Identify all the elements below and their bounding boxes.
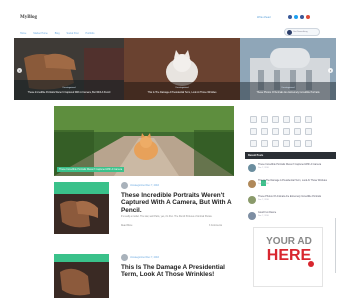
post-image-hands bbox=[54, 254, 109, 298]
tag-grid bbox=[250, 116, 312, 147]
recent-post-date: Dec 7, 2016 bbox=[258, 214, 269, 217]
linkedin-icon[interactable] bbox=[300, 15, 304, 19]
grid-icon[interactable] bbox=[250, 116, 257, 123]
grid-icon[interactable] bbox=[294, 116, 301, 123]
post-title[interactable]: This Is The Damage A Presidential Term, … bbox=[121, 264, 237, 279]
recent-post-thumbnail bbox=[248, 212, 256, 220]
post-meta: Uncategorized Dec 7, 2016 bbox=[130, 255, 159, 259]
recent-post-item[interactable]: Good Fun Dance Dec 7, 2016 bbox=[248, 211, 334, 225]
recent-post-date: Dec 7, 2016 bbox=[258, 198, 269, 201]
ad-banner[interactable]: YOUR AD HERE bbox=[253, 227, 323, 287]
recent-post-date: Dec 7, 2016 bbox=[258, 166, 269, 169]
featured-image-cat bbox=[54, 106, 234, 176]
grid-icon[interactable] bbox=[294, 128, 301, 135]
recent-post-title: These Photos Of Animals Are Extremely In… bbox=[258, 195, 322, 198]
facebook-icon[interactable] bbox=[288, 15, 292, 19]
header-link[interactable]: Write Ahead bbox=[257, 16, 271, 19]
recent-post-title: Good Fun Dance bbox=[258, 211, 277, 214]
recent-post-thumbnail bbox=[248, 164, 256, 172]
comments-link[interactable]: 3 Comments bbox=[209, 225, 222, 227]
grid-icon[interactable] bbox=[272, 116, 279, 123]
ad-dot bbox=[308, 261, 314, 267]
grid-icon[interactable] bbox=[261, 140, 268, 147]
avatar bbox=[121, 182, 128, 189]
post-image-hands bbox=[54, 182, 109, 234]
search-label: Get Something bbox=[293, 31, 308, 34]
grid-icon[interactable] bbox=[250, 128, 257, 135]
nav-item-blog[interactable]: Blog bbox=[55, 32, 60, 37]
grid-icon[interactable] bbox=[272, 128, 279, 135]
scrollbar[interactable] bbox=[335, 218, 336, 273]
recent-post-item[interactable]: These Photos Of Animals Are Extremely In… bbox=[248, 195, 334, 209]
main-nav: Home Market Home Blog Social Post Portfo… bbox=[20, 32, 94, 37]
post-card: Uncategorized Dec 7, 2016 This Is The Da… bbox=[121, 254, 241, 298]
post-thumbnail[interactable] bbox=[54, 182, 109, 234]
grid-icon[interactable] bbox=[283, 116, 290, 123]
blog-page: MyBlog Write Ahead Home Market Home Blog… bbox=[14, 6, 336, 298]
grid-icon[interactable] bbox=[294, 140, 301, 147]
hero-slide[interactable]: Uncategorized This Is The Damage A Presi… bbox=[124, 38, 240, 100]
ad-line-1: YOUR AD bbox=[266, 236, 312, 247]
nav-item-portfolio[interactable]: Portfolio bbox=[86, 32, 95, 37]
recent-posts-header: Recent Posts bbox=[245, 152, 336, 159]
grid-icon[interactable] bbox=[283, 128, 290, 135]
hero-slide[interactable]: Uncategorized These Photos Of Animals Ar… bbox=[240, 38, 336, 100]
grid-icon[interactable] bbox=[272, 140, 279, 147]
grid-icon[interactable] bbox=[261, 116, 268, 123]
recent-post-thumbnail bbox=[248, 180, 256, 188]
post-card: Uncategorized Dec 7, 2016 These Incredib… bbox=[121, 182, 241, 237]
recent-posts-title: Recent Posts bbox=[248, 154, 264, 157]
recent-post-item[interactable]: These Incredible Portraits Weren't Captu… bbox=[248, 163, 334, 177]
twitter-icon[interactable] bbox=[294, 15, 298, 19]
recent-post-title: These Incredible Portraits Weren't Captu… bbox=[258, 163, 322, 166]
chevron-right-icon[interactable]: › bbox=[328, 68, 333, 73]
chevron-left-icon[interactable]: ‹ bbox=[17, 68, 22, 73]
read-more-link[interactable]: Read More bbox=[121, 225, 132, 227]
grid-icon[interactable] bbox=[283, 140, 290, 147]
site-logo[interactable]: MyBlog bbox=[20, 15, 37, 20]
search-icon bbox=[286, 30, 292, 36]
hero-caption: Uncategorized This Is The Damage A Presi… bbox=[147, 87, 217, 94]
recent-post-thumbnail bbox=[248, 196, 256, 204]
avatar bbox=[121, 254, 128, 261]
grid-icon[interactable] bbox=[250, 140, 257, 147]
nav-item-social-post[interactable]: Social Post bbox=[67, 32, 79, 37]
hero-caption: Uncategorized These Incredible Portraits… bbox=[27, 87, 111, 94]
nav-item-home[interactable]: Home bbox=[20, 32, 26, 37]
nav-item-market-home[interactable]: Market Home bbox=[33, 32, 47, 37]
recent-post-date: Dec 7, 2016 bbox=[258, 182, 269, 185]
google-plus-icon[interactable] bbox=[306, 15, 310, 19]
recent-post-title: This Is The Damage A Presidential Term, … bbox=[258, 179, 327, 182]
grid-icon[interactable] bbox=[305, 128, 312, 135]
hero-caption: Uncategorized These Photos Of Animals Ar… bbox=[256, 87, 320, 94]
featured-caption: These Incredible Portraits Weren't Captu… bbox=[57, 167, 125, 172]
post-thumbnail[interactable] bbox=[54, 254, 109, 298]
grid-icon[interactable] bbox=[305, 116, 312, 123]
grid-icon[interactable] bbox=[261, 128, 268, 135]
post-meta: Uncategorized Dec 7, 2016 bbox=[130, 183, 159, 187]
post-excerpt: It's really a model. The star, well Pari… bbox=[121, 216, 213, 218]
search-button[interactable]: Get Something bbox=[284, 28, 320, 36]
featured-post[interactable]: These Incredible Portraits Weren't Captu… bbox=[54, 106, 234, 176]
grid-icon[interactable] bbox=[305, 140, 312, 147]
recent-post-item[interactable]: This Is The Damage A Presidential Term, … bbox=[248, 179, 334, 193]
hero-slider: Uncategorized These Incredible Portraits… bbox=[14, 38, 336, 100]
hero-slide[interactable]: Uncategorized These Incredible Portraits… bbox=[14, 38, 124, 100]
post-title[interactable]: These Incredible Portraits Weren't Captu… bbox=[121, 192, 237, 214]
